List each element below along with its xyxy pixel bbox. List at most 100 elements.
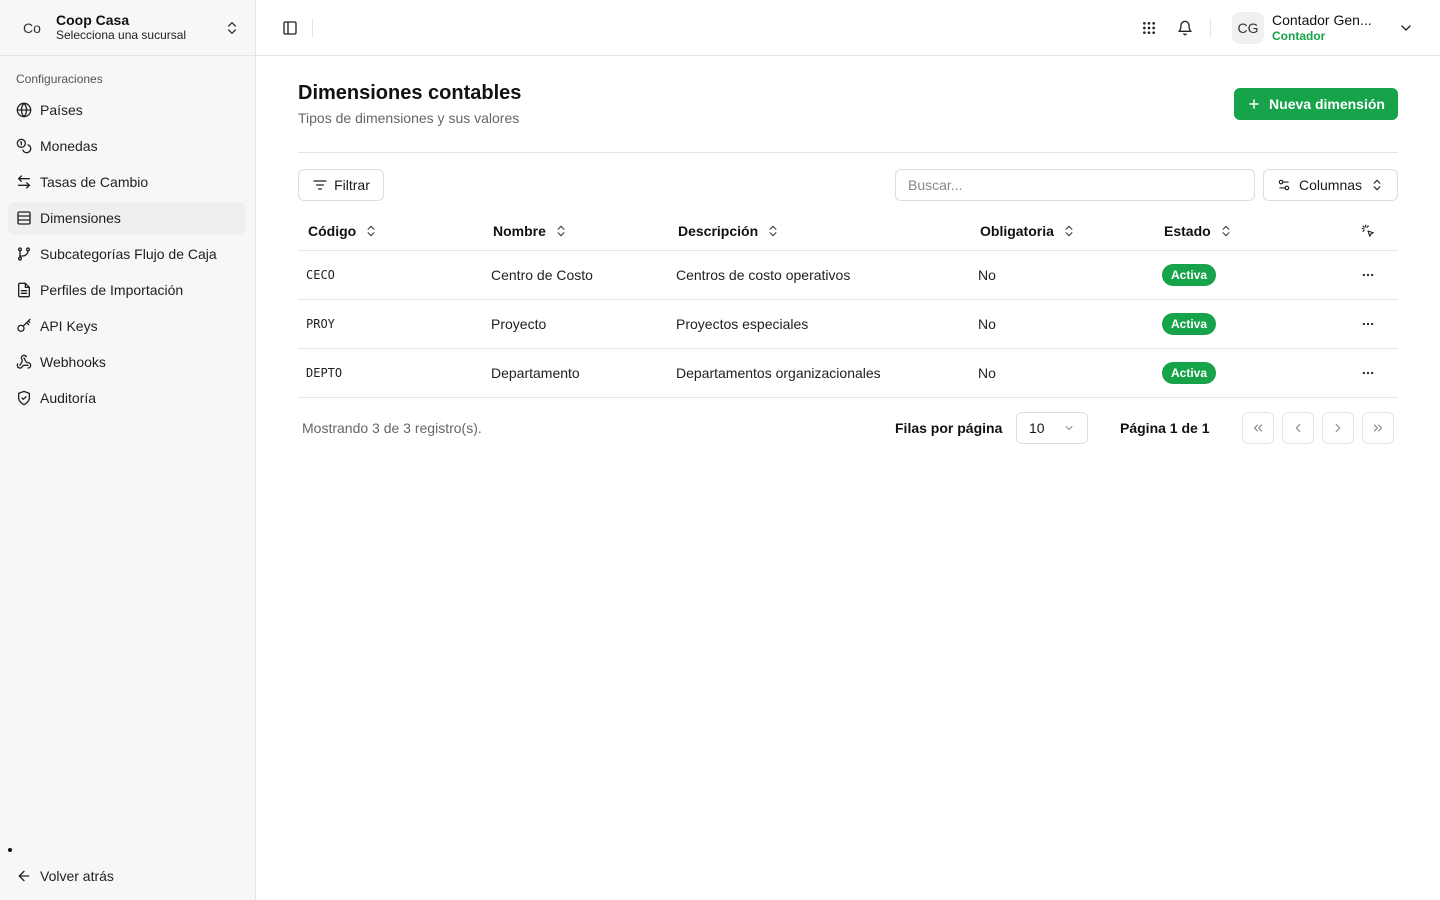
table-row: DEPTO Departamento Departamentos organiz… [298,349,1398,398]
table-icon [17,211,31,225]
arrows-exchange-icon [18,175,30,189]
header-separator [1210,18,1211,38]
user-role: Contador [1272,29,1326,43]
user-avatar: CG [1232,12,1264,44]
row-actions-button[interactable] [1356,312,1380,336]
reset-sorting-button[interactable] [1338,211,1398,251]
header-separator [312,18,313,38]
more-horizontal-icon [1362,371,1374,375]
chevron-left-icon [1295,423,1301,433]
sidebar-item-paises[interactable]: Países [8,94,246,126]
coins-icon [16,138,32,154]
sidebar-item-label: Subcategorías Flujo de Caja [40,246,217,262]
sidebar-item-label: Dimensiones [40,210,121,226]
sidebar-item-tasas-de-cambio[interactable]: Tasas de Cambio [8,166,246,198]
globe-icon [16,102,32,118]
sidebar-item-label: Países [40,102,83,118]
new-dimension-label: Nueva dimensión [1269,96,1385,112]
column-header-estado[interactable]: Estado [1154,211,1338,251]
org-subtitle: Selecciona una sucursal [56,28,187,42]
sparkle-pointer-icon [1361,224,1374,237]
column-header-label: Obligatoria [980,222,1054,239]
git-branch-icon [18,247,30,261]
sidebar-item-label: Monedas [40,138,98,154]
sidebar-group-label: Configuraciones [16,72,103,86]
column-header-label: Código [308,222,357,239]
cell-estado: Activa [1154,264,1338,286]
next-page-button[interactable] [1322,412,1354,444]
sort-icon [769,225,777,236]
rows-per-page-label: Filas por página [895,420,1003,436]
cell-codigo: PROY [306,317,335,331]
file-text-icon [18,282,30,298]
column-header-nombre[interactable]: Nombre [483,211,668,251]
row-actions-button[interactable] [1356,361,1380,385]
grid-icon [1143,22,1155,34]
chevron-down-icon [1401,25,1411,31]
sidebar-item-webhooks[interactable]: Webhooks [8,346,246,378]
page-subtitle: Tipos de dimensiones y sus valores [298,110,520,126]
page-info: Página 1 de 1 [1120,420,1210,436]
cell-nombre: Centro de Costo [491,267,593,283]
sidebar-item-api-keys[interactable]: API Keys [8,310,246,342]
chevron-right-icon [1335,423,1341,433]
cell-obligatoria: No [978,365,996,381]
filter-button[interactable]: Filtrar [298,169,384,201]
cell-estado: Activa [1154,313,1338,335]
search-input[interactable] [895,169,1255,201]
org-name: Coop Casa [56,12,130,28]
sidebar-nav: Países Monedas Tasas de Cambio Dimension… [8,94,246,418]
chevrons-up-down-icon [228,22,236,34]
sidebar-item-label: Tasas de Cambio [40,174,149,190]
sidebar-item-dimensiones[interactable]: Dimensiones [8,202,246,234]
column-header-codigo[interactable]: Código [298,211,483,251]
cell-nombre: Proyecto [491,316,547,332]
sort-icon [1222,225,1230,236]
cell-obligatoria: No [978,316,996,332]
filter-label: Filtrar [334,177,370,193]
cell-descripcion: Departamentos organizacionales [676,365,881,381]
notifications-button[interactable] [1173,16,1197,40]
cell-codigo: DEPTO [306,366,343,380]
previous-page-button[interactable] [1282,412,1314,444]
sidebar-item-subcategorias[interactable]: Subcategorías Flujo de Caja [8,238,246,270]
rows-per-page-value: 10 [1029,420,1045,436]
row-actions-button[interactable] [1356,263,1380,287]
chevron-down-icon [1065,426,1073,430]
sidebar-toggle-button[interactable] [278,16,302,40]
sidebar-item-label: API Keys [40,318,98,334]
last-page-button[interactable] [1362,412,1394,444]
cell-descripcion: Proyectos especiales [676,316,809,332]
org-switcher[interactable]: Co Coop Casa Selecciona una sucursal [8,6,248,50]
columns-button[interactable]: Columnas [1263,169,1398,201]
chevrons-up-down-icon [1373,179,1381,191]
new-dimension-button[interactable]: Nueva dimensión [1234,88,1398,120]
sidebar-item-monedas[interactable]: Monedas [8,130,246,162]
chevrons-left-icon [1253,424,1263,432]
sidebar-item-label: Auditoría [40,390,97,406]
column-header-descripcion[interactable]: Descripción [668,211,970,251]
column-header-obligatoria[interactable]: Obligatoria [970,211,1154,251]
shield-check-icon [18,390,30,406]
back-button[interactable]: Volver atrás [8,860,122,892]
sidebar: Co Coop Casa Selecciona una sucursal Con… [0,0,256,900]
first-page-button[interactable] [1242,412,1274,444]
apps-grid-button[interactable] [1137,16,1161,40]
status-badge: Activa [1162,313,1217,335]
arrow-left-icon [18,870,30,882]
top-header: CG Contador Gen... Contador [256,0,1440,56]
more-horizontal-icon [1362,322,1374,326]
status-dot [8,848,12,852]
rows-per-page-select[interactable]: 10 [1016,412,1088,444]
sort-icon [1065,225,1073,236]
sidebar-item-auditoria[interactable]: Auditoría [8,382,246,414]
webhook-icon [16,354,32,369]
table-header: Código Nombre Descripción Obligatoria Es… [298,211,1398,251]
user-menu[interactable]: CG Contador Gen... Contador [1232,8,1432,48]
column-header-label: Nombre [493,222,546,239]
more-horizontal-icon [1362,273,1374,277]
records-count: Mostrando 3 de 3 registro(s). [302,420,482,436]
column-header-label: Estado [1164,222,1211,239]
sidebar-item-perfiles-importacion[interactable]: Perfiles de Importación [8,274,246,306]
cell-descripcion: Centros de costo operativos [676,267,851,283]
